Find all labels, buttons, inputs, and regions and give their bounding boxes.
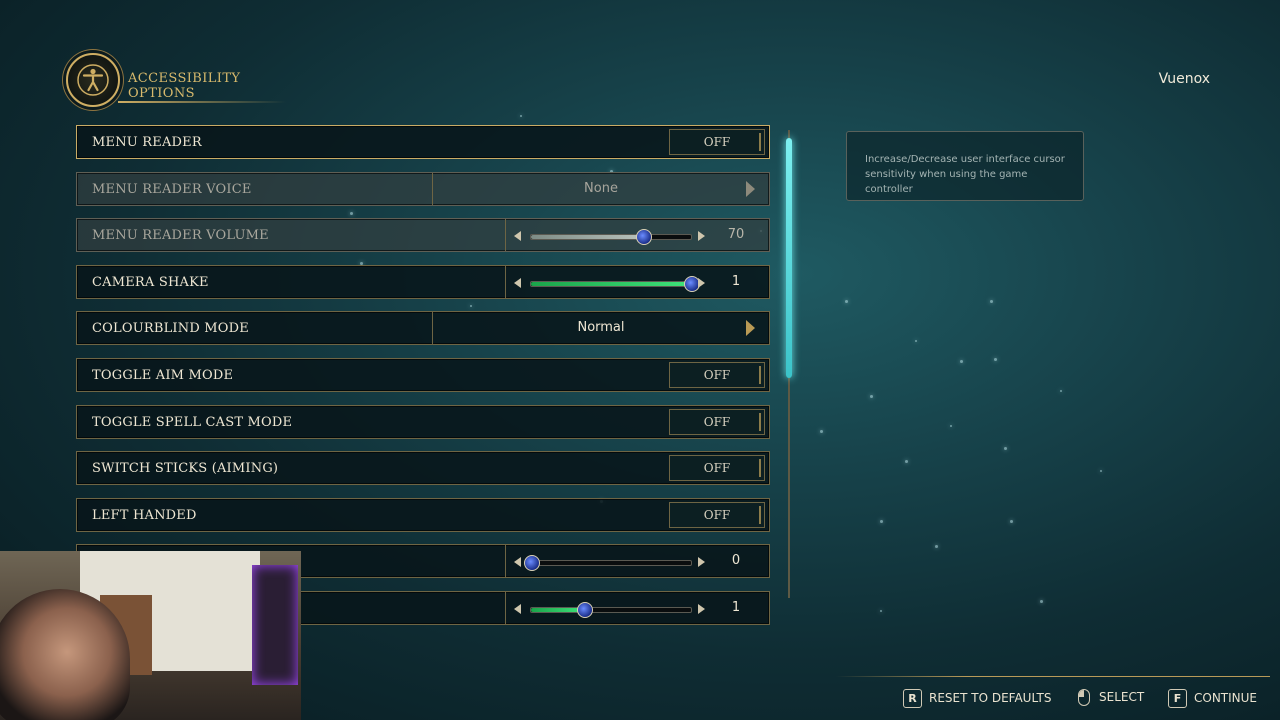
toggle-button[interactable]: OFF [669,455,765,481]
continue-button[interactable]: F CONTINUE [1168,689,1257,709]
accessibility-icon [66,53,120,107]
arrow-left-icon[interactable] [514,278,521,288]
slider-fill [531,235,643,239]
slider-value: 70 [727,227,745,242]
arrow-left-icon[interactable] [514,557,521,567]
option-row-left-handed[interactable]: LEFT HANDED OFF [76,498,770,532]
option-slider: 70 [505,219,769,251]
option-label: SWITCH STICKS (AIMING) [92,461,279,476]
webcam-overlay [0,551,301,720]
option-label: LEFT HANDED [92,508,197,523]
option-row-menu-reader[interactable]: MENU READER OFF [76,125,770,159]
slider-track[interactable] [530,602,692,618]
reset-key-icon: R [903,689,922,708]
page-header: ACCESSIBILITY OPTIONS [66,53,296,109]
reset-defaults-label: RESET TO DEFAULTS [929,691,1052,705]
arrow-left-icon[interactable] [514,231,521,241]
footer-divider [836,676,1270,677]
chevron-right-icon[interactable] [746,181,755,197]
page-title: ACCESSIBILITY OPTIONS [128,71,241,101]
toggle-button[interactable]: OFF [669,502,765,528]
option-label: MENU READER [92,135,202,150]
option-row-switch-sticks-aiming[interactable]: SWITCH STICKS (AIMING) OFF [76,451,770,485]
arrow-right-icon[interactable] [698,604,705,614]
option-selector: None [432,173,769,205]
slider-fill [531,282,691,286]
option-description-panel: Increase/Decrease user interface cursor … [846,131,1084,201]
mouse-icon [1078,689,1090,706]
slider-track[interactable] [530,229,692,245]
option-label: MENU READER VOLUME [92,228,269,243]
slider-track[interactable] [530,276,700,292]
reset-defaults-button[interactable]: R RESET TO DEFAULTS [903,689,1051,709]
selector-value: None [584,181,618,196]
toggle-button[interactable]: OFF [669,362,765,388]
option-row-toggle-spell-cast-mode[interactable]: TOGGLE SPELL CAST MODE OFF [76,405,770,439]
option-slider[interactable]: 1 [505,592,769,624]
option-row-menu-reader-volume: MENU READER VOLUME 70 [76,218,770,252]
option-row-camera-shake[interactable]: CAMERA SHAKE 1 [76,265,770,299]
select-button[interactable]: SELECT [1078,689,1144,709]
option-description: Increase/Decrease user interface cursor … [865,154,1065,195]
scrollbar-thumb[interactable] [786,138,792,378]
header-underline [118,101,286,103]
continue-label: CONTINUE [1194,691,1258,705]
slider-knob[interactable] [636,229,652,245]
selector-value: Normal [577,320,625,335]
option-label: COLOURBLIND MODE [92,321,249,336]
option-label: CAMERA SHAKE [92,275,209,290]
option-row-toggle-aim-mode[interactable]: TOGGLE AIM MODE OFF [76,358,770,392]
slider-fill [531,608,584,612]
toggle-button[interactable]: OFF [669,129,765,155]
slider-knob[interactable] [576,602,593,618]
option-selector[interactable]: Normal [432,312,769,344]
options-scrollbar[interactable] [786,130,792,598]
option-row-colourblind-mode[interactable]: COLOURBLIND MODE Normal [76,311,770,345]
slider-track[interactable] [524,555,692,571]
arrow-right-icon[interactable] [698,231,705,241]
option-label: MENU READER VOICE [92,182,252,197]
option-label: TOGGLE SPELL CAST MODE [92,415,293,430]
select-label: SELECT [1099,690,1145,704]
option-row-menu-reader-voice: MENU READER VOICE None [76,172,770,206]
continue-key-icon: F [1168,689,1187,708]
arrow-right-icon[interactable] [698,278,705,288]
option-slider[interactable]: 1 [505,266,769,298]
toggle-button[interactable]: OFF [669,409,765,435]
option-slider[interactable]: 0 [505,545,769,577]
arrow-right-icon[interactable] [698,557,705,567]
username: Vuenox [1158,71,1210,87]
slider-value: 1 [731,600,741,615]
slider-knob[interactable] [524,555,540,571]
chevron-right-icon[interactable] [746,320,755,336]
slider-value: 0 [731,553,741,568]
option-label: TOGGLE AIM MODE [92,368,234,383]
slider-value: 1 [731,274,741,289]
arrow-left-icon[interactable] [514,604,521,614]
